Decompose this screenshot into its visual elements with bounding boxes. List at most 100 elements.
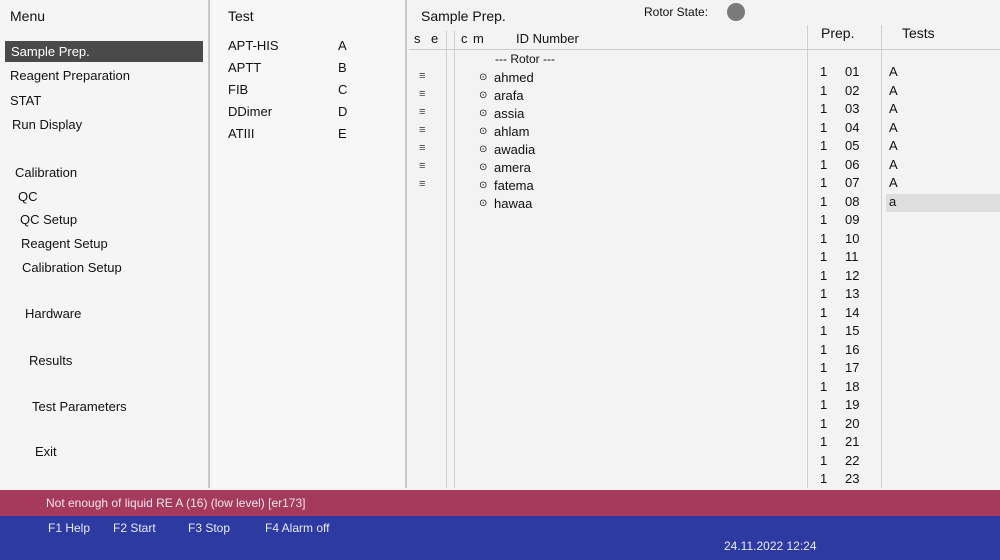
- menu-item-qc-setup[interactable]: QC Setup: [20, 212, 77, 227]
- patient-row[interactable]: ≡ ⊙ fatema: [409, 178, 799, 196]
- prep-tests[interactable]: [886, 379, 1000, 397]
- prep-row[interactable]: 1 03: [812, 101, 882, 119]
- menu-panel: Menu Sample Prep. Reagent Preparation STAT…: [0, 0, 210, 488]
- f1-help-button[interactable]: F1 Help: [48, 521, 90, 535]
- prep-row[interactable]: 1 10: [812, 231, 882, 249]
- menu-item-hardware[interactable]: Hardware: [25, 306, 81, 321]
- prep-row[interactable]: 1 18: [812, 379, 882, 397]
- prep-tests[interactable]: A: [886, 120, 1000, 138]
- circled-dot-icon: ⊙: [479, 198, 488, 209]
- menu-item-calibration-setup[interactable]: Calibration Setup: [22, 260, 122, 275]
- test-item[interactable]: DDimer D: [228, 104, 358, 119]
- prep-tests[interactable]: [886, 286, 1000, 304]
- header-divider: [409, 49, 1000, 50]
- prep-tests[interactable]: [886, 416, 1000, 434]
- prep-position: 11: [845, 249, 859, 264]
- test-panel: Test APT-HIS A APTT B FIB C DDimer D ATIII E: [212, 0, 407, 488]
- prep-rack: 1: [820, 119, 828, 135]
- prep-tests[interactable]: A: [886, 64, 1000, 82]
- prep-row[interactable]: 1 23: [812, 471, 882, 489]
- patient-row[interactable]: ⊙ hawaa: [409, 196, 799, 214]
- prep-tests[interactable]: a: [886, 193, 1000, 212]
- prep-row[interactable]: 1 07: [812, 175, 882, 193]
- patient-id: fatema: [494, 178, 534, 193]
- menu-item-results[interactable]: Results: [29, 353, 72, 368]
- status-indicator-icon: [727, 3, 745, 21]
- prep-row[interactable]: 1 05: [812, 138, 882, 156]
- prep-tests[interactable]: [886, 305, 1000, 323]
- menu-item-run-display[interactable]: Run Display: [12, 117, 82, 132]
- prep-rack: 1: [820, 323, 828, 338]
- test-item[interactable]: FIB C: [228, 82, 358, 97]
- test-item[interactable]: APT-HIS A: [228, 38, 358, 53]
- prep-tests[interactable]: A: [886, 138, 1000, 156]
- prep-tests[interactable]: [886, 471, 1000, 489]
- patient-row[interactable]: ≡ ⊙ amera: [409, 160, 799, 178]
- sample-prep-title: Sample Prep.: [421, 8, 506, 24]
- prep-rack: 1: [820, 286, 828, 301]
- prep-row[interactable]: 1 14: [812, 305, 882, 323]
- prep-tests[interactable]: [886, 342, 1000, 360]
- prep-row[interactable]: 1 02: [812, 83, 882, 101]
- menu-item-qc[interactable]: QC: [18, 189, 38, 204]
- test-name: DDimer: [228, 104, 273, 119]
- prep-row[interactable]: 1 11: [812, 249, 882, 267]
- rotor-label: --- Rotor ---: [495, 52, 555, 66]
- prep-row[interactable]: 1 08: [812, 194, 882, 212]
- menu-item-sample-prep[interactable]: Sample Prep.: [5, 41, 203, 62]
- prep-row[interactable]: 1 16: [812, 342, 882, 360]
- prep-tests[interactable]: [886, 249, 1000, 267]
- menu-item-reagent-setup[interactable]: Reagent Setup: [21, 236, 108, 251]
- prep-tests[interactable]: A: [886, 175, 1000, 193]
- prep-tests[interactable]: A: [886, 157, 1000, 175]
- triple-bar-icon: ≡: [419, 88, 426, 100]
- prep-row[interactable]: 1 12: [812, 268, 882, 286]
- menu-item-test-parameters[interactable]: Test Parameters: [32, 399, 127, 414]
- prep-row[interactable]: 1 09: [812, 212, 882, 230]
- patient-row[interactable]: ≡ ⊙ awadia: [409, 142, 799, 160]
- prep-row[interactable]: 1 15: [812, 323, 882, 341]
- menu-item-exit[interactable]: Exit: [35, 444, 57, 459]
- f3-stop-button[interactable]: F3 Stop: [188, 521, 230, 535]
- f4-alarm-off-button[interactable]: F4 Alarm off: [265, 521, 329, 535]
- menu-title: Menu: [10, 8, 46, 24]
- prep-tests[interactable]: [886, 323, 1000, 341]
- prep-tests[interactable]: [886, 268, 1000, 286]
- menu-item-calibration[interactable]: Calibration: [15, 165, 77, 180]
- test-item[interactable]: ATIII E: [228, 126, 358, 141]
- prep-rack: 1: [820, 175, 828, 190]
- prep-rack: 1: [820, 249, 828, 264]
- test-name: ATIII: [228, 126, 255, 141]
- prep-row[interactable]: 1 21: [812, 434, 882, 452]
- patient-row[interactable]: ≡ ⊙ arafa: [409, 88, 799, 106]
- prep-row[interactable]: 1 06: [812, 157, 882, 175]
- prep-row[interactable]: 1 17: [812, 360, 882, 378]
- patient-row[interactable]: ≡ ⊙ ahmed: [409, 70, 799, 88]
- prep-rack: 1: [820, 101, 828, 116]
- function-key-bar: F1 Help F2 Start F3 Stop F4 Alarm off 24…: [0, 516, 1000, 560]
- prep-tests[interactable]: A: [886, 83, 1000, 101]
- prep-tests[interactable]: [886, 212, 1000, 230]
- prep-tests[interactable]: [886, 231, 1000, 249]
- menu-item-stat[interactable]: STAT: [10, 93, 41, 108]
- prep-row[interactable]: 1 04: [812, 120, 882, 138]
- error-message-bar: Not enough of liquid RE A (16) (low leve…: [0, 490, 1000, 516]
- prep-row[interactable]: 1 20: [812, 416, 882, 434]
- prep-tests[interactable]: [886, 397, 1000, 415]
- prep-row[interactable]: 1 13: [812, 286, 882, 304]
- f2-start-button[interactable]: F2 Start: [113, 521, 156, 535]
- prep-tests[interactable]: [886, 453, 1000, 471]
- prep-tests[interactable]: [886, 360, 1000, 378]
- prep-row[interactable]: 1 19: [812, 397, 882, 415]
- menu-item-reagent-preparation[interactable]: Reagent Preparation: [10, 68, 130, 83]
- patient-row[interactable]: ≡ ⊙ ahlam: [409, 124, 799, 142]
- prep-tests[interactable]: [886, 434, 1000, 452]
- prep-row[interactable]: 1 22: [812, 453, 882, 471]
- prep-row[interactable]: 1 01: [812, 64, 882, 82]
- patient-id: amera: [494, 160, 531, 175]
- prep-tests[interactable]: A: [886, 101, 1000, 119]
- patient-row[interactable]: ≡ ⊙ assia: [409, 106, 799, 124]
- triple-bar-icon: ≡: [419, 70, 426, 82]
- test-item[interactable]: APTT B: [228, 60, 358, 75]
- test-title: Test: [228, 8, 254, 24]
